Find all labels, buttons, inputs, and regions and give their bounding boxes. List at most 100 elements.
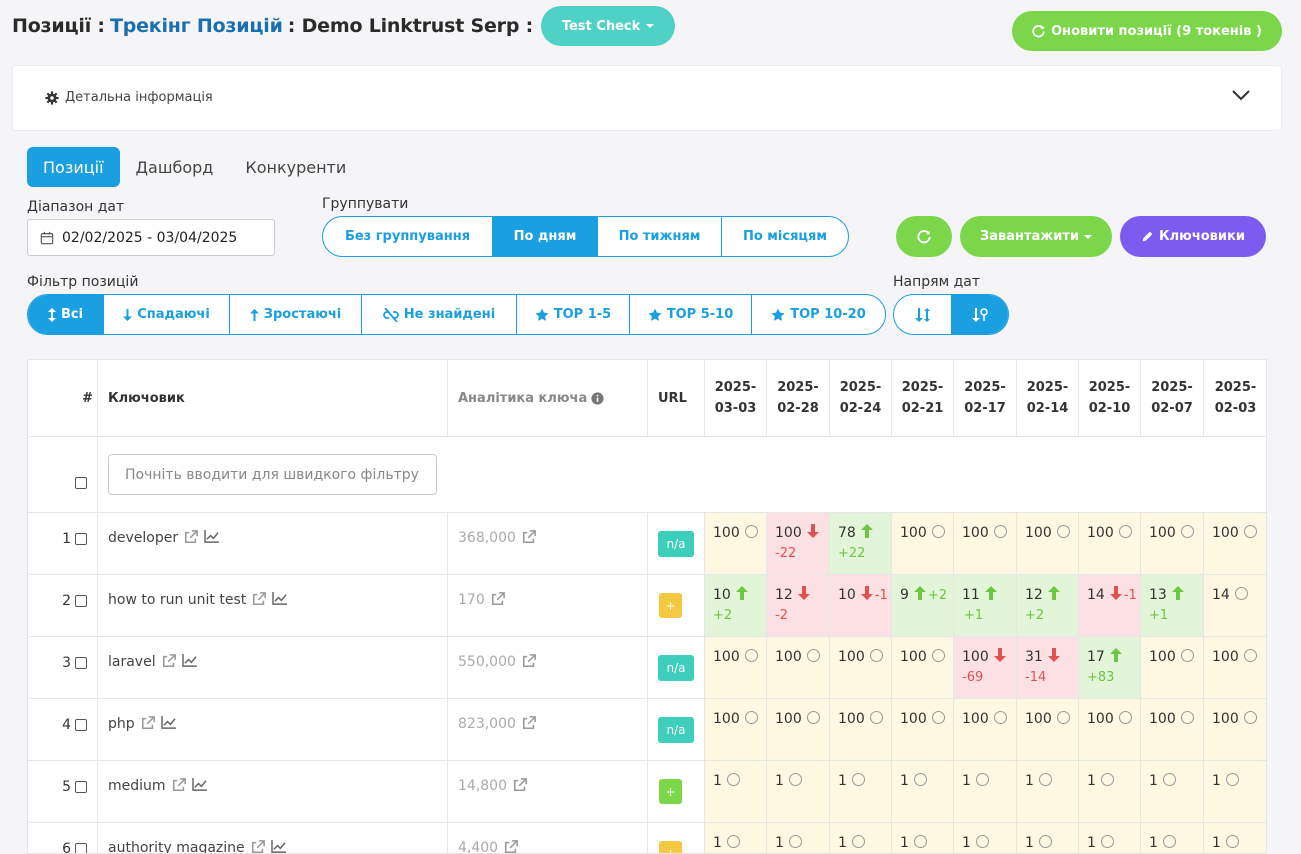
position-cell[interactable]: 1 <box>1017 761 1079 823</box>
position-cell[interactable]: 100 <box>892 637 954 699</box>
position-cell[interactable]: 100 <box>830 637 892 699</box>
column-header-date[interactable]: 2025- 03-03 <box>705 360 767 437</box>
position-cell[interactable]: 100 -69 <box>954 637 1017 699</box>
position-cell[interactable]: 100 <box>1079 513 1141 575</box>
chart-icon[interactable] <box>191 778 207 791</box>
project-dropdown-button[interactable]: Test Check <box>541 6 676 46</box>
position-cell[interactable]: 1 <box>705 823 767 853</box>
position-cell[interactable]: 1 <box>1204 761 1266 823</box>
position-cell[interactable]: 1 <box>1204 823 1266 853</box>
sort-ascending-button[interactable] <box>951 295 1008 334</box>
position-cell[interactable]: 100 <box>1141 637 1204 699</box>
position-cell[interactable]: 1 <box>892 761 954 823</box>
external-link-icon[interactable] <box>184 530 199 544</box>
position-cell[interactable]: 10 +2 <box>705 575 767 637</box>
column-header-date[interactable]: 2025- 02-03 <box>1204 360 1266 437</box>
position-cell[interactable]: 17 +83 <box>1079 637 1141 699</box>
url-status-badge[interactable]: + <box>659 841 682 853</box>
url-status-badge[interactable]: + <box>659 593 682 618</box>
group-days-button[interactable]: По дням <box>493 217 598 256</box>
filter-rising-button[interactable]: Зростаючі <box>230 295 362 334</box>
position-cell[interactable]: 100 <box>954 513 1017 575</box>
tab-competitors[interactable]: Конкуренти <box>229 147 362 187</box>
position-cell[interactable]: 1 <box>1017 823 1079 853</box>
group-months-button[interactable]: По місяцям <box>722 217 848 256</box>
position-cell[interactable]: 100 <box>705 699 767 761</box>
row-checkbox[interactable] <box>75 843 87 853</box>
position-cell[interactable]: 100 <box>1204 699 1266 761</box>
external-link-icon[interactable] <box>252 592 267 606</box>
external-link-icon[interactable] <box>172 778 186 792</box>
position-cell[interactable]: 9 +2 <box>892 575 954 637</box>
position-cell[interactable]: 10 -1 <box>830 575 892 637</box>
position-cell[interactable]: 100 -22 <box>767 513 830 575</box>
position-cell[interactable]: 100 <box>892 699 954 761</box>
detail-panel[interactable]: Детальна інформація <box>12 65 1282 131</box>
tab-positions[interactable]: Позиції <box>27 147 120 187</box>
filter-top10-20-button[interactable]: TOP 10-20 <box>752 295 885 334</box>
position-cell[interactable]: 1 <box>830 761 892 823</box>
external-link-icon[interactable] <box>522 654 536 668</box>
column-header-date[interactable]: 2025- 02-10 <box>1079 360 1141 437</box>
column-header-date[interactable]: 2025- 02-07 <box>1141 360 1204 437</box>
url-status-badge[interactable]: n/a <box>658 655 694 681</box>
page-title-link[interactable]: Трекінг Позицій <box>110 15 283 37</box>
position-cell[interactable]: 13 +1 <box>1141 575 1204 637</box>
position-cell[interactable]: 1 <box>954 761 1017 823</box>
date-range-input[interactable]: 02/02/2025 - 03/04/2025 <box>27 219 275 256</box>
external-link-icon[interactable] <box>491 592 505 606</box>
position-cell[interactable]: 14 -1 <box>1079 575 1141 637</box>
filter-top5-10-button[interactable]: TOP 5-10 <box>630 295 752 334</box>
external-link-icon[interactable] <box>251 840 265 854</box>
chart-icon[interactable] <box>270 840 286 853</box>
update-positions-button[interactable]: Оновити позиції (9 токенів ) <box>1012 11 1282 51</box>
position-cell[interactable]: 100 <box>1017 699 1079 761</box>
row-checkbox[interactable] <box>75 657 87 669</box>
position-cell[interactable]: 14 <box>1204 575 1266 637</box>
position-cell[interactable]: 11+1 <box>954 575 1017 637</box>
group-none-button[interactable]: Без группування <box>323 217 493 256</box>
position-cell[interactable]: 12 +2 <box>1017 575 1079 637</box>
position-cell[interactable]: 12 -2 <box>767 575 830 637</box>
quick-filter-input[interactable]: Почніть вводити для швидкого фільтру <box>108 454 437 495</box>
tab-dashboard[interactable]: Дашборд <box>120 147 230 187</box>
chevron-down-icon[interactable] <box>1231 88 1251 102</box>
position-cell[interactable]: 100 <box>767 699 830 761</box>
row-checkbox[interactable] <box>75 595 87 607</box>
column-header-date[interactable]: 2025- 02-17 <box>954 360 1017 437</box>
position-cell[interactable]: 100 <box>1017 513 1079 575</box>
keywords-button[interactable]: Ключовики <box>1120 216 1266 257</box>
position-cell[interactable]: 100 <box>705 513 767 575</box>
row-checkbox[interactable] <box>75 719 87 731</box>
position-cell[interactable]: 1 <box>767 761 830 823</box>
position-cell[interactable]: 100 <box>1141 699 1204 761</box>
info-icon[interactable] <box>591 391 604 405</box>
chart-icon[interactable] <box>160 716 176 729</box>
column-header-keyword[interactable]: Ключовик <box>98 360 448 437</box>
filter-falling-button[interactable]: Спадаючі <box>104 295 230 334</box>
external-link-icon[interactable] <box>522 530 536 544</box>
position-cell[interactable]: 100 <box>954 699 1017 761</box>
position-cell[interactable]: 1 <box>1079 761 1141 823</box>
position-cell[interactable]: 1 <box>1141 761 1204 823</box>
filter-not-found-button[interactable]: Не знайдені <box>362 295 517 334</box>
row-checkbox[interactable] <box>75 781 87 793</box>
position-cell[interactable]: 1 <box>1079 823 1141 853</box>
url-status-badge[interactable]: n/a <box>658 531 694 557</box>
position-cell[interactable]: 1 <box>705 761 767 823</box>
position-cell[interactable]: 1 <box>954 823 1017 853</box>
reload-button[interactable] <box>896 216 952 257</box>
position-cell[interactable]: 1 <box>892 823 954 853</box>
download-button[interactable]: Завантажити <box>960 216 1112 257</box>
position-cell[interactable]: 100 <box>705 637 767 699</box>
row-checkbox[interactable] <box>75 533 87 545</box>
position-cell[interactable]: 100 <box>830 699 892 761</box>
external-link-icon[interactable] <box>522 716 536 730</box>
position-cell[interactable]: 1 <box>767 823 830 853</box>
url-status-badge[interactable]: + <box>659 779 682 804</box>
url-status-badge[interactable]: n/a <box>658 717 694 743</box>
position-cell[interactable]: 1 <box>830 823 892 853</box>
position-cell[interactable]: 100 <box>1204 513 1266 575</box>
sort-descending-button[interactable] <box>894 295 951 334</box>
select-all-checkbox[interactable] <box>75 477 87 489</box>
